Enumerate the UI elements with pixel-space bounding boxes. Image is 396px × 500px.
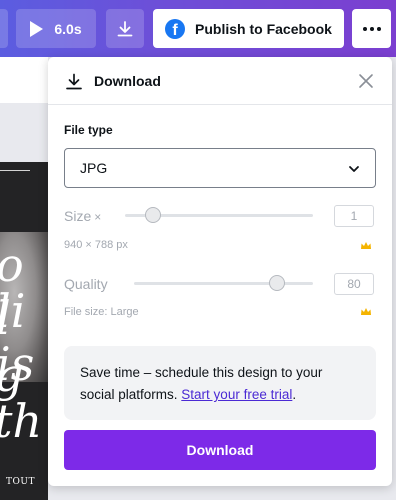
file-size-text: File size: Large [64, 306, 139, 318]
file-type-label: File type [64, 123, 113, 137]
panel-header: Download [48, 57, 392, 105]
download-panel: Download File type JPG Size × 1 940 × 788… [48, 57, 392, 486]
play-icon [30, 20, 44, 37]
facebook-icon: f [165, 18, 186, 39]
more-icon [362, 26, 381, 31]
quality-slider[interactable] [134, 275, 313, 291]
size-slider[interactable] [125, 207, 313, 223]
download-icon [66, 73, 82, 90]
design-divider-line [0, 170, 30, 171]
toolbar-partial-button[interactable] [0, 9, 8, 48]
promo-end: . [292, 387, 297, 402]
quality-label: Quality [64, 276, 108, 292]
publish-to-facebook-button[interactable]: f Publish to Facebook [153, 9, 344, 48]
quality-slider-thumb[interactable] [269, 275, 286, 291]
size-label-text: Size [64, 208, 92, 224]
design-caption: TOUT [6, 477, 35, 487]
download-button[interactable]: Download [64, 430, 376, 470]
top-toolbar: 6.0s f Publish to Facebook [0, 0, 396, 57]
file-type-value: JPG [80, 160, 108, 176]
quality-input[interactable]: 80 [334, 273, 374, 295]
close-icon[interactable] [356, 71, 376, 91]
crown-icon [361, 308, 371, 315]
dimensions-text: 940 × 788 px [64, 239, 128, 251]
size-input[interactable]: 1 [334, 205, 374, 227]
file-type-select[interactable]: JPG [64, 148, 376, 188]
toolbar-download-button[interactable] [106, 9, 144, 48]
crown-icon [361, 242, 371, 249]
size-multiplier: × [94, 210, 102, 224]
design-preview[interactable]: o li l is g th TOUT [0, 162, 48, 500]
size-label: Size × [64, 208, 101, 224]
more-options-button[interactable] [352, 9, 391, 48]
free-trial-link[interactable]: Start your free trial [181, 387, 292, 402]
schedule-promo: Save time – schedule this design to your… [64, 346, 376, 420]
design-script-text: g th [0, 352, 43, 448]
chevron-down-icon [349, 166, 359, 172]
size-slider-thumb[interactable] [145, 207, 162, 223]
publish-label: Publish to Facebook [195, 20, 332, 37]
play-duration: 6.0s [54, 20, 82, 37]
canvas-header-area [0, 57, 48, 103]
panel-title: Download [94, 73, 161, 89]
play-button[interactable]: 6.0s [16, 9, 96, 48]
download-icon [117, 20, 133, 36]
